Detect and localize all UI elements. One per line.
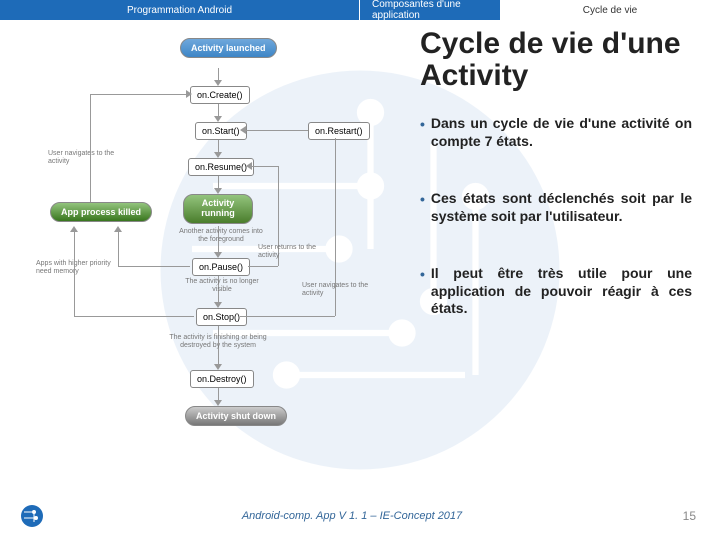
label-prio: Apps with higher priority need memory: [36, 260, 114, 275]
bullet-dot: •: [420, 265, 425, 318]
bullet-text: Ces états sont déclenchés soit par le sy…: [431, 190, 692, 225]
footer: Android-comp. App V 1. 1 – IE-Concept 20…: [0, 504, 720, 528]
label-nolonger: The activity is no longer visible: [182, 278, 262, 293]
footer-logo-icon: [20, 504, 44, 528]
pill-shutdown: Activity shut down: [185, 406, 287, 426]
bullet-text: Il peut être très utile pour une applica…: [431, 265, 692, 318]
node-onrestart: on.Restart(): [308, 122, 370, 140]
header-mid: Composantes d'une application: [360, 0, 500, 20]
node-oncreate: on.Create(): [190, 86, 250, 104]
label-returns: User returns to the activity: [258, 244, 316, 259]
bullet-1: • Dans un cycle de vie d'une activité on…: [420, 115, 692, 150]
label-another: Another activity comes into the foregrou…: [176, 228, 266, 243]
label-navback: User navigates to the activity: [48, 150, 126, 165]
pill-launched: Activity launched: [180, 38, 277, 58]
bullet-text: Dans un cycle de vie d'une activité on c…: [431, 115, 692, 150]
pill-running: Activity running: [183, 194, 253, 224]
node-ondestroy: on.Destroy(): [190, 370, 254, 388]
bullet-dot: •: [420, 190, 425, 225]
node-onstart: on.Start(): [195, 122, 247, 140]
slide-title: Cycle de vie d'une Activity: [420, 28, 692, 91]
bullet-3: • Il peut être très utile pour une appli…: [420, 265, 692, 318]
label-usernav: User navigates to the activity: [302, 282, 380, 297]
pill-killed: App process killed: [50, 202, 152, 222]
lifecycle-diagram: Activity launched on.Create() on.Start()…: [0, 20, 410, 500]
bullet-dot: •: [420, 115, 425, 150]
bullet-2: • Ces états sont déclenchés soit par le …: [420, 190, 692, 225]
header-left: Programmation Android: [0, 0, 360, 20]
label-finishing: The activity is finishing or being destr…: [168, 334, 268, 349]
node-onresume: on.Resume(): [188, 158, 254, 176]
page-number: 15: [660, 509, 720, 523]
footer-text: Android-comp. App V 1. 1 – IE-Concept 20…: [44, 510, 660, 522]
text-column: Cycle de vie d'une Activity • Dans un cy…: [410, 20, 720, 500]
header-right: Cycle de vie: [500, 0, 720, 20]
header-bar: Programmation Android Composantes d'une …: [0, 0, 720, 20]
node-onstop: on.Stop(): [196, 308, 247, 326]
node-onpause: on.Pause(): [192, 258, 250, 276]
